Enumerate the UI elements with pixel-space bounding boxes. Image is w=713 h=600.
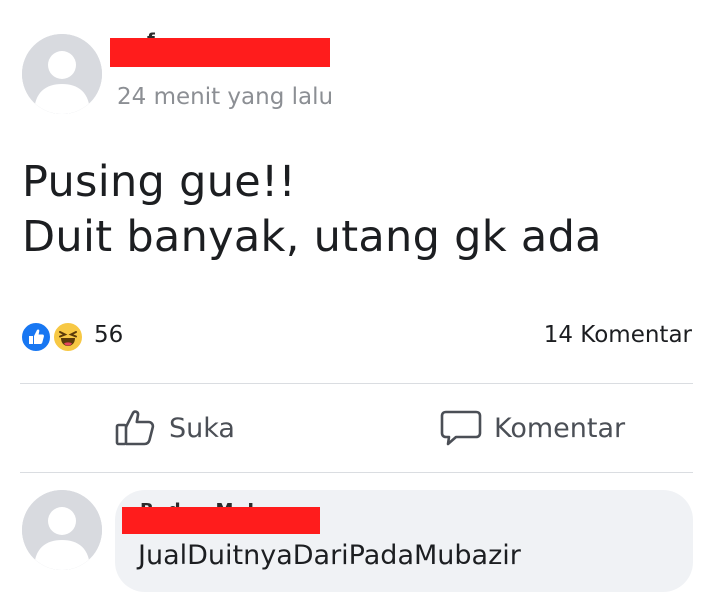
thumbs-up-outline-icon [115,410,155,446]
default-user-icon [22,34,102,114]
divider-bottom [20,472,693,473]
commenter-name-redaction [122,507,320,534]
post-body-line-2: Duit banyak, utang gk ada [22,212,602,262]
comment-count-link[interactable]: 14 Komentar [544,322,692,348]
comment-text: JualDuitnyaDariPadaMubazir [138,540,521,571]
post-body-line-1: Pusing gue!! [22,157,297,207]
commenter-avatar[interactable] [22,490,102,570]
post-author-name-redaction [110,38,330,67]
like-icon [20,321,52,353]
like-button-label: Suka [169,412,235,444]
comment-button[interactable]: Komentar [440,405,625,451]
comment-button-label: Komentar [494,412,626,444]
comment-bubble-icon [440,410,482,446]
default-user-icon [22,490,102,570]
post-body: Pusing gue!! Duit banyak, utang gk ada [22,155,602,265]
divider-top [20,383,693,384]
reaction-count: 56 [94,322,124,348]
like-button[interactable]: Suka [115,405,235,451]
haha-icon [52,321,84,353]
post-author-avatar[interactable] [22,34,102,114]
post-timestamp[interactable]: 24 menit yang lalu [117,84,333,110]
